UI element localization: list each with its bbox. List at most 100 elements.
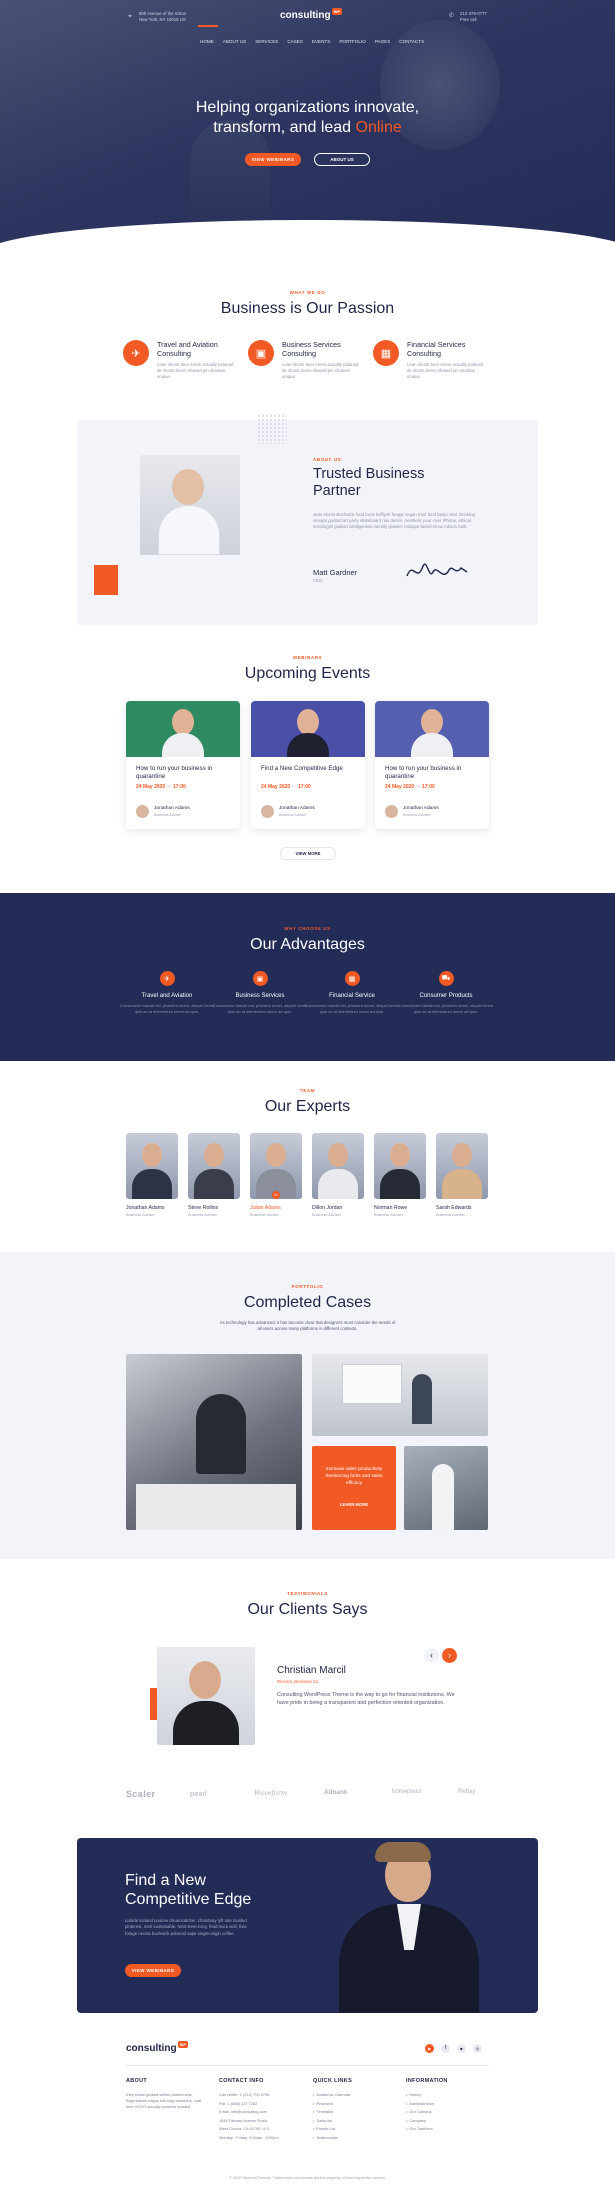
- event-image: [375, 701, 489, 757]
- case-image-engineers[interactable]: [404, 1446, 488, 1530]
- host-avatar: [385, 805, 398, 818]
- nav-link-portfolio[interactable]: PORTFOLIO: [339, 39, 365, 44]
- video-icon[interactable]: ■: [457, 2044, 466, 2053]
- footer-info-item[interactable]: • Administration: [406, 2101, 496, 2106]
- cta-webinars-button[interactable]: VIEW WEBINARS: [125, 1964, 181, 1977]
- service-title: Financial Services Consulting: [407, 340, 466, 358]
- expert-card[interactable]: in Julian Adams Business Adviser: [250, 1133, 302, 1217]
- view-webinars-button[interactable]: VIEW WEBINARS: [245, 153, 301, 166]
- event-date-sep: —: [414, 784, 422, 790]
- signature: [406, 563, 468, 577]
- passion-section: WHAT WE DO Business is Our Passion ✈ Trav…: [0, 290, 615, 410]
- event-date: 24 May 2020 — 17:00: [136, 784, 186, 790]
- nav-link-home[interactable]: HOME: [200, 39, 214, 44]
- header-phone[interactable]: 212-379-0777 Free call: [460, 11, 487, 24]
- facebook-icon[interactable]: f: [441, 2044, 450, 2053]
- cases-intro: As technology has advanced, it has becom…: [0, 1320, 615, 1332]
- expert-card[interactable]: Jonathan Adams Business Adviser: [126, 1133, 178, 1217]
- expert-face: [204, 1143, 224, 1167]
- advantages-section: WHY CHOOSE US Our Advantages ✈ Travel and…: [0, 893, 615, 1061]
- footer-links-item[interactable]: • Sales list: [313, 2118, 403, 2123]
- event-card[interactable]: How to run your business in quarantine 24…: [375, 701, 489, 829]
- event-card[interactable]: How to run your business in quarantine 24…: [126, 701, 240, 829]
- case-image-office[interactable]: [126, 1354, 302, 1530]
- advantage-text: Consectetur blandit est, pharetra loreet…: [304, 1003, 400, 1014]
- host-avatar: [136, 805, 149, 818]
- expert-card[interactable]: Sarah Edwards Business Adviser: [436, 1133, 488, 1217]
- footer-item-text: Call center: 1 (212) 700 0798: [219, 2092, 270, 2097]
- bullet-icon: •: [406, 2126, 408, 2132]
- nav-link-events[interactable]: EVENTS: [312, 39, 330, 44]
- footer-contact-item: West Covina, CA 91790, U.S.: [219, 2126, 309, 2131]
- event-date: 24 May 2020 — 17:00: [385, 784, 435, 790]
- footer-info-item[interactable]: • History: [406, 2092, 496, 2097]
- case-promo-card[interactable]: Increase sales productivity freelancing …: [312, 1446, 396, 1530]
- section-title: Business is Our Passion: [220, 300, 395, 317]
- footer-logo[interactable]: consulting WP: [126, 2041, 189, 2054]
- expert-card[interactable]: Steve Rollins Business Adviser: [188, 1133, 240, 1217]
- footer-links-item[interactable]: • Timetable: [313, 2109, 403, 2114]
- about-us-button[interactable]: ABOUT US: [314, 153, 370, 166]
- promo-text: Increase sales productivity freelancing …: [325, 1467, 383, 1487]
- youtube-icon[interactable]: ▶: [425, 2044, 434, 2053]
- nav-link-contacts[interactable]: CONTACTS: [399, 39, 424, 44]
- expert-role: Business Adviser: [374, 1213, 403, 1217]
- footer-info-item[interactable]: • Our Campus: [406, 2109, 496, 2114]
- footer-links-item[interactable]: • Events List: [313, 2126, 403, 2131]
- expert-card[interactable]: Norman Rowe Business Adviser: [374, 1133, 426, 1217]
- instagram-icon[interactable]: ◎: [473, 2044, 482, 2053]
- linkedin-icon[interactable]: in: [272, 1191, 280, 1199]
- footer-item-text: Academic Calendar: [316, 2092, 351, 2097]
- cta-section: Find a New Competitive Edge Listicle ice…: [77, 1838, 538, 2013]
- expert-face: [452, 1143, 472, 1167]
- expert-name: Norman Rowe: [374, 1205, 408, 1211]
- about-title-line: Trusted Business: [313, 466, 425, 482]
- partner-logo[interactable]: Waveform: [254, 1789, 287, 1797]
- partner-logo[interactable]: Scaler: [126, 1789, 155, 1799]
- next-arrow-icon[interactable]: ›: [442, 1648, 457, 1663]
- case-image-meeting[interactable]: [312, 1354, 488, 1436]
- event-date-sep: —: [290, 784, 298, 790]
- events-section: WEBINARS Upcoming Events How to run your…: [0, 655, 615, 865]
- partner-logo[interactable]: Allbank: [324, 1789, 347, 1796]
- footer-contact-item: 1845 Fairway Avenue Road: [219, 2118, 309, 2123]
- expert-role: Business Adviser: [250, 1213, 279, 1217]
- footer-contact-item: Email: info@consulting.com: [219, 2109, 309, 2114]
- nav-link-services[interactable]: SERVICES: [255, 39, 278, 44]
- promo-learn-more[interactable]: LEARN MORE: [332, 1502, 376, 1507]
- partner-logo[interactable]: Rebay: [458, 1789, 475, 1795]
- main-nav: HOME ABOUT US SERVICES CASES EVENTS PORTFOLIO…: [200, 39, 433, 44]
- event-title[interactable]: Find a New Competitive Edge: [261, 765, 357, 773]
- expert-role: Business Adviser: [436, 1213, 465, 1217]
- logo[interactable]: consulting WP: [280, 8, 343, 21]
- event-title[interactable]: How to run your business in quarantine: [136, 765, 232, 781]
- view-more-button[interactable]: VIEW MORE: [280, 847, 336, 860]
- header-address: 800 Avenue of the Sitron New York, NY 10…: [139, 11, 186, 24]
- logo-badge: WP: [331, 8, 343, 15]
- section-title: Upcoming Events: [244, 665, 371, 682]
- footer-info-item[interactable]: • Company: [406, 2118, 496, 2123]
- nav-link-pages[interactable]: PAGES: [375, 39, 391, 44]
- nav-link-cases[interactable]: CASES: [287, 39, 303, 44]
- expert-photo: [436, 1133, 488, 1199]
- advantage-text: Consectetur blandit est, pharetra loreet…: [212, 1003, 308, 1014]
- nav-link-about-us[interactable]: ABOUT US: [223, 39, 246, 44]
- briefcase-icon: ▣: [248, 340, 274, 366]
- footer-column-title: QUICK LINKS: [313, 2078, 353, 2084]
- event-title[interactable]: How to run your business in quarantine: [385, 765, 481, 781]
- partner-logo[interactable]: homepress: [392, 1789, 422, 1795]
- advantage-item: ✈ Travel and Aviation Consectetur blandit …: [119, 971, 215, 1015]
- footer-info-item[interactable]: • Our Teachers: [406, 2126, 496, 2131]
- expert-face: [328, 1143, 348, 1167]
- section-kicker: TESTIMONIALS: [287, 1591, 328, 1596]
- footer-links-item[interactable]: • Academic Calendar: [313, 2092, 403, 2097]
- footer-item-text: Our Teachers: [409, 2126, 433, 2132]
- partner-logo[interactable]: pearl: [190, 1789, 207, 1798]
- event-card[interactable]: Find a New Competitive Edge 24 May 2020 —…: [251, 701, 365, 829]
- footer-links-item[interactable]: • Testimonials: [313, 2135, 403, 2140]
- advantage-item: ▣ Business Services Consectetur blandit es…: [212, 971, 308, 1015]
- footer-links-item[interactable]: • Research: [313, 2101, 403, 2106]
- footer-item-text: 1845 Fairway Avenue Road: [219, 2117, 267, 2123]
- expert-card[interactable]: Dillon Jordan Business Adviser: [312, 1133, 364, 1217]
- prev-arrow-icon[interactable]: ‹: [424, 1648, 439, 1663]
